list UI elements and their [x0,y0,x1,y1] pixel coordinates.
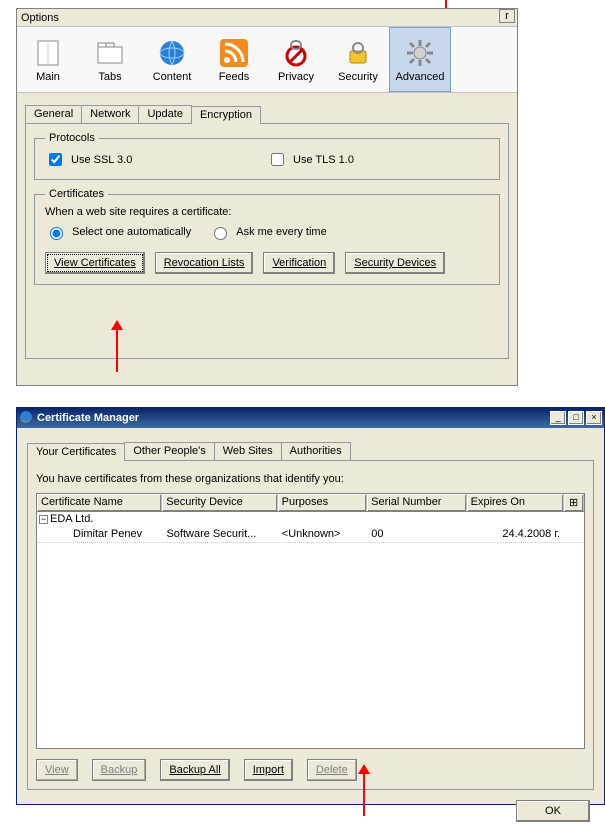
security-icon [342,37,374,69]
certmgr-description: You have certificates from these organiz… [36,473,585,485]
your-certificates-panel: You have certificates from these organiz… [27,460,594,790]
tls-checkbox[interactable] [271,153,284,166]
auto-label: Select one automatically [72,226,191,238]
col-name[interactable]: Certificate Name [37,494,162,511]
delete-button[interactable]: Delete [307,759,357,781]
protocols-legend: Protocols [45,132,99,144]
toolbar-content-label: Content [153,71,192,83]
protocols-group: Protocols Use SSL 3.0 Use TLS 1.0 [34,132,500,180]
toolbar-privacy-label: Privacy [278,71,314,83]
options-toolbar: Main Tabs Content Feeds Privacy [17,27,517,93]
options-titlebar: Options r [17,9,517,27]
cert-group-row[interactable]: − EDA Ltd. [37,512,584,526]
toolbar-content[interactable]: Content [141,27,203,92]
ask-label: Ask me every time [236,226,326,238]
cert-group-label: EDA Ltd. [50,513,93,525]
cert-list-header: Certificate Name Security Device Purpose… [36,493,585,512]
verification-button[interactable]: Verification [263,252,335,274]
close-icon[interactable]: r [499,9,515,23]
tab-general[interactable]: General [25,105,82,123]
tab-encryption[interactable]: Encryption [191,106,261,124]
annotation-arrow-view-certs [111,320,123,372]
minimize-icon[interactable]: _ [550,411,566,425]
view-certificates-button[interactable]: View Certificates [45,252,145,274]
certmgr-tabs: Your Certificates Other People's Web Sit… [27,442,594,460]
toolbar-privacy[interactable]: Privacy [265,27,327,92]
advanced-tabs: General Network Update Encryption [25,105,509,123]
gear-icon [404,37,436,69]
col-device[interactable]: Security Device [162,494,277,511]
content-icon [156,37,188,69]
certificates-group: Certificates When a web site requires a … [34,188,500,285]
toolbar-advanced[interactable]: Advanced [389,27,451,92]
close-icon[interactable]: × [586,411,602,425]
cell-serial: 00 [367,526,466,542]
view-button[interactable]: View [36,759,78,781]
ok-button[interactable]: OK [516,800,590,822]
privacy-icon [280,37,312,69]
cell-expires: 24.4.2008 г. [467,526,564,542]
toolbar-security[interactable]: Security [327,27,389,92]
backup-button[interactable]: Backup [92,759,147,781]
toolbar-security-label: Security [338,71,378,83]
toolbar-tabs-label: Tabs [98,71,121,83]
tab-update[interactable]: Update [138,105,191,123]
feeds-icon [218,37,250,69]
toolbar-main-label: Main [36,71,60,83]
toolbar-feeds-label: Feeds [219,71,250,83]
col-serial[interactable]: Serial Number [367,494,466,511]
certificates-legend: Certificates [45,188,108,200]
options-window: Options r Main Tabs Content Feeds [16,8,518,386]
encryption-panel: Protocols Use SSL 3.0 Use TLS 1.0 Certif… [25,123,509,359]
toolbar-main[interactable]: Main [17,27,79,92]
col-purposes[interactable]: Purposes [278,494,368,511]
firefox-icon [19,410,33,427]
tabs-icon [94,37,126,69]
toolbar-tabs[interactable]: Tabs [79,27,141,92]
tab-other-peoples[interactable]: Other People's [124,442,214,460]
toolbar-advanced-label: Advanced [396,71,445,83]
tab-web-sites[interactable]: Web Sites [214,442,282,460]
ssl-label: Use SSL 3.0 [71,154,132,166]
ssl-checkbox[interactable] [49,153,62,166]
main-icon [32,37,64,69]
tab-network[interactable]: Network [81,105,139,123]
cert-list[interactable]: − EDA Ltd. Dimitar Penev Software Securi… [36,512,585,749]
security-devices-button[interactable]: Security Devices [345,252,445,274]
options-title: Options [19,9,59,26]
cert-prompt: When a web site requires a certificate: [45,206,489,218]
tab-your-certificates[interactable]: Your Certificates [27,443,125,461]
certificate-manager-window: Certificate Manager _ □ × Your Certifica… [16,407,605,805]
col-expires[interactable]: Expires On [467,494,564,511]
ask-radio[interactable] [214,227,227,240]
toolbar-feeds[interactable]: Feeds [203,27,265,92]
revocation-lists-button[interactable]: Revocation Lists [155,252,254,274]
annotation-arrow-import [358,764,370,816]
col-picker-icon[interactable]: ⊞ [564,494,584,511]
certmgr-title: Certificate Manager [37,412,139,424]
cert-row[interactable]: Dimitar Penev Software Securit... <Unkno… [37,526,584,543]
import-button[interactable]: Import [244,759,293,781]
certmgr-titlebar: Certificate Manager _ □ × [17,408,604,428]
backup-all-button[interactable]: Backup All [160,759,229,781]
cell-device: Software Securit... [162,526,277,542]
cell-purposes: <Unknown> [278,526,367,542]
tree-collapse-icon[interactable]: − [39,515,48,524]
tls-label: Use TLS 1.0 [293,154,354,166]
tab-authorities[interactable]: Authorities [281,442,351,460]
auto-radio[interactable] [50,227,63,240]
maximize-icon[interactable]: □ [568,411,584,425]
cell-name: Dimitar Penev [37,526,162,542]
